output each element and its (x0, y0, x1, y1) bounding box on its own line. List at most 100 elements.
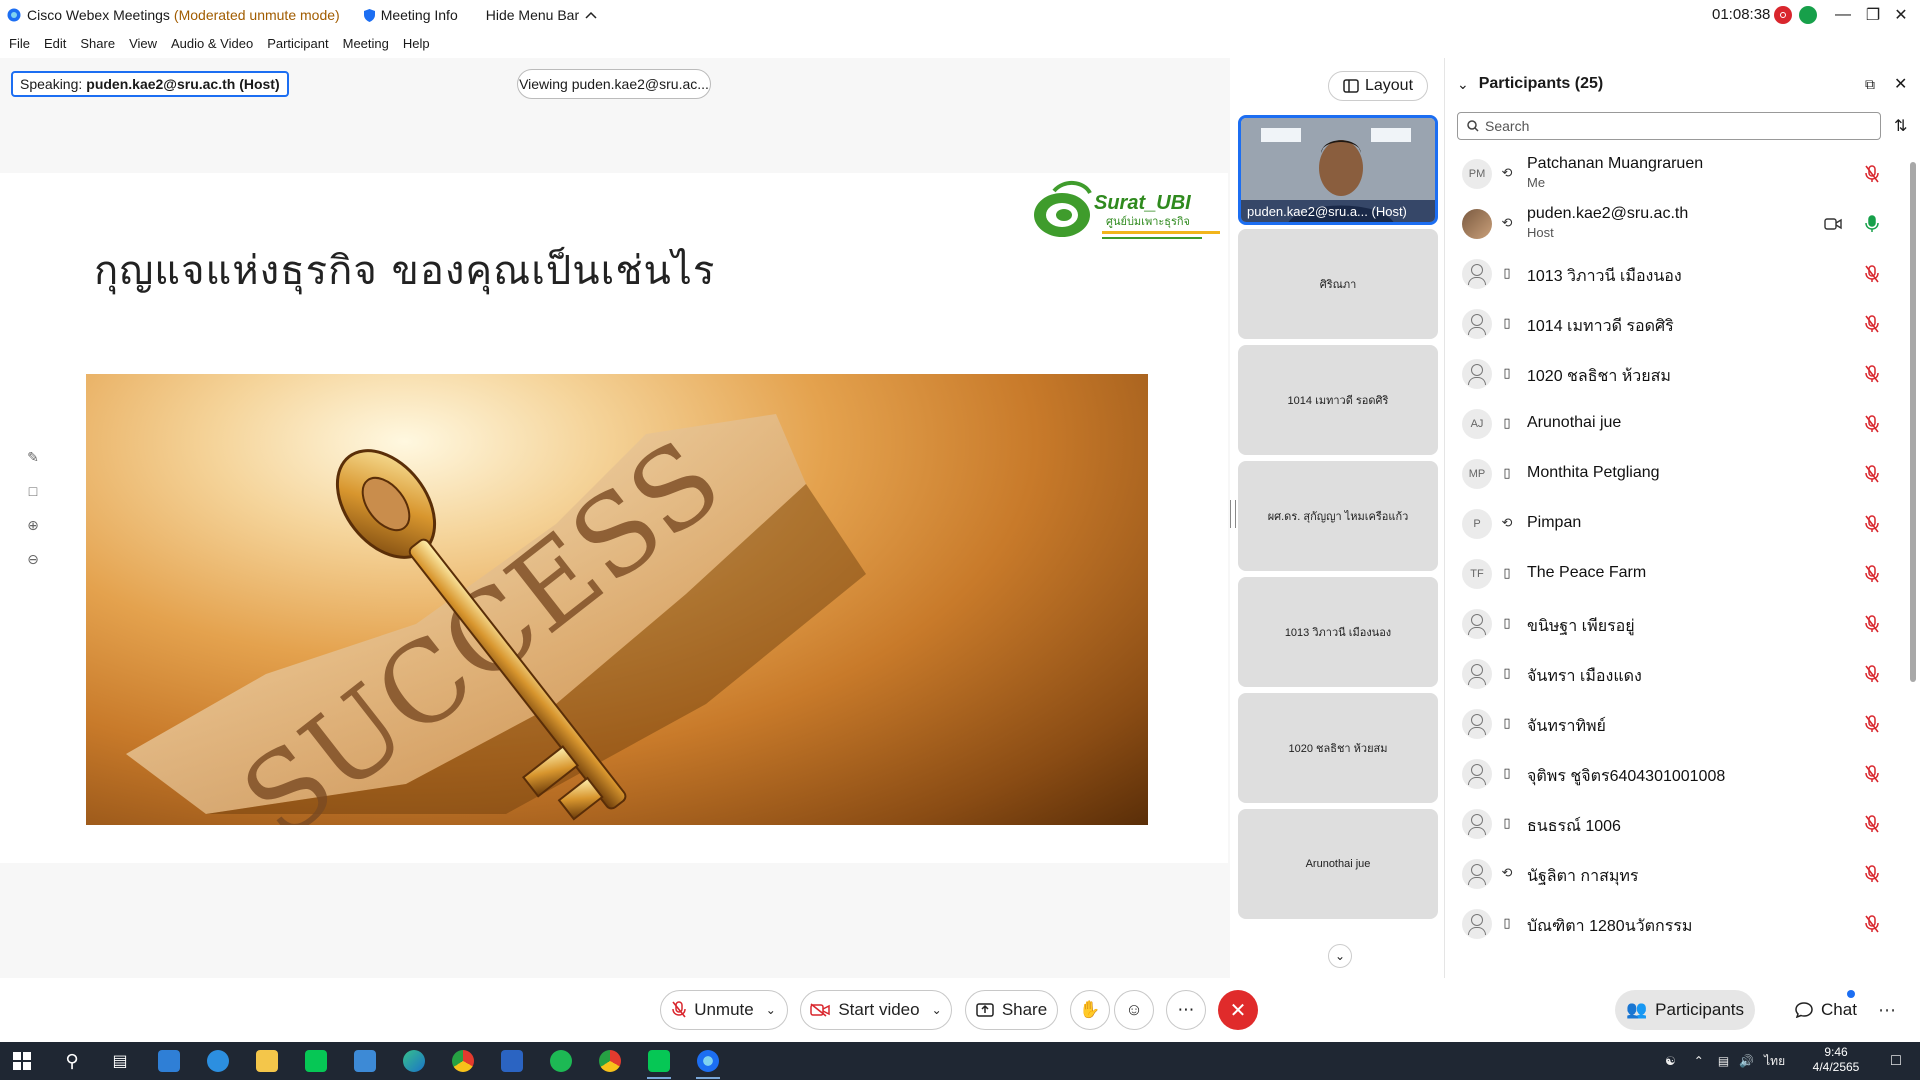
mic-muted-icon[interactable] (1864, 865, 1880, 883)
viewing-share-pill[interactable]: Viewing puden.kae2@sru.ac... (517, 69, 711, 99)
sort-icon[interactable]: ⇅ (1894, 116, 1907, 136)
menu-help[interactable]: Help (403, 36, 430, 51)
mic-muted-icon[interactable] (1864, 765, 1880, 783)
close-icon[interactable]: ✕ (1894, 74, 1907, 94)
start-button[interactable] (2, 1046, 42, 1076)
mic-on-icon[interactable] (1864, 215, 1880, 233)
meeting-info-button[interactable]: Meeting Info (363, 7, 458, 23)
more-options-button[interactable]: ⋯ (1166, 990, 1206, 1030)
edge-app-icon[interactable] (394, 1046, 434, 1076)
mic-muted-icon[interactable] (1864, 515, 1880, 533)
participant-row[interactable]: ▯ จันทรา เมืองแดง (1445, 649, 1905, 699)
participant-row[interactable]: ▯ 1013 วิภาวนี เมืองนอง (1445, 249, 1905, 299)
mic-muted-icon[interactable] (1864, 665, 1880, 683)
network-health-icon[interactable] (1799, 6, 1817, 24)
participant-row[interactable]: ⟲ puden.kae2@sru.ac.th Host (1445, 199, 1905, 249)
chevron-down-icon[interactable]: ⌄ (932, 1003, 942, 1017)
network-icon[interactable]: ▤ (1718, 1054, 1729, 1068)
participant-row[interactable]: ⟲ นัฐลิตา กาสมุทร (1445, 849, 1905, 899)
volume-icon[interactable]: 🔊 (1739, 1054, 1754, 1068)
video-tile[interactable]: 1014 เมทาวดี รอดศิริ (1238, 345, 1438, 455)
recording-icon[interactable] (1774, 6, 1792, 24)
start-video-button[interactable]: Start video ⌄ (800, 990, 952, 1030)
menu-view[interactable]: View (129, 36, 157, 51)
word-app-icon[interactable] (492, 1046, 532, 1076)
video-tile[interactable]: Arunothai jue (1238, 809, 1438, 919)
zoom-out-icon[interactable]: ⊖ (20, 550, 46, 568)
mail-app-icon[interactable] (149, 1046, 189, 1076)
store-app-icon[interactable] (345, 1046, 385, 1076)
layout-button[interactable]: Layout (1328, 71, 1428, 101)
menu-edit[interactable]: Edit (44, 36, 66, 51)
participant-row[interactable]: MP ▯ Monthita Petgliang (1445, 449, 1905, 499)
mic-muted-icon[interactable] (1864, 365, 1880, 383)
line-active-app-icon[interactable] (639, 1046, 679, 1079)
video-camera-icon[interactable] (1824, 217, 1842, 231)
video-tile[interactable]: ผศ.ดร. สุกัญญา ไหมเครือแก้ว (1238, 461, 1438, 571)
line-app-icon[interactable] (296, 1046, 336, 1076)
annotate-icon[interactable]: ✎ (20, 448, 46, 466)
mic-muted-icon[interactable] (1864, 915, 1880, 933)
menu-participant[interactable]: Participant (267, 36, 328, 51)
video-tile[interactable]: ศิริณภา (1238, 229, 1438, 339)
comment-icon[interactable]: □ (20, 482, 46, 500)
participant-row[interactable]: ▯ บัณฑิตา 1280นวัตกรรม (1445, 899, 1905, 949)
unmute-button[interactable]: Unmute ⌄ (660, 990, 788, 1030)
leave-meeting-button[interactable]: ✕ (1218, 990, 1258, 1030)
participant-row[interactable]: P ⟲ Pimpan (1445, 499, 1905, 549)
menu-audio-video[interactable]: Audio & Video (171, 36, 253, 51)
hide-menu-bar-button[interactable]: Hide Menu Bar (486, 7, 597, 23)
participant-row[interactable]: ▯ จุติพร ชูจิตร6404301001008 (1445, 749, 1905, 799)
file-explorer-app-icon[interactable] (247, 1046, 287, 1076)
taskbar-clock[interactable]: 9:46 4/4/2565 (1800, 1045, 1872, 1075)
close-window-button[interactable]: ✕ (1878, 0, 1920, 30)
reactions-button[interactable]: ☺ (1114, 990, 1154, 1030)
menu-share[interactable]: Share (80, 36, 115, 51)
chrome-profile-app-icon[interactable] (590, 1046, 630, 1076)
webex-app-icon[interactable] (688, 1046, 728, 1079)
participant-row[interactable]: ▯ จันทราทิพย์ (1445, 699, 1905, 749)
input-language[interactable]: ไทย (1764, 1052, 1785, 1071)
chevron-down-icon[interactable]: ⌄ (1328, 944, 1352, 968)
participant-row[interactable]: ▯ 1020 ชลธิชา ห้วยสม (1445, 349, 1905, 399)
mic-muted-icon[interactable] (1864, 415, 1880, 433)
menu-file[interactable]: File (9, 36, 30, 51)
spotify-app-icon[interactable] (541, 1046, 581, 1076)
chevron-down-icon[interactable]: ⌄ (766, 1003, 776, 1017)
participant-row[interactable]: AJ ▯ Arunothai jue (1445, 399, 1905, 449)
mic-muted-icon[interactable] (1864, 615, 1880, 633)
chrome-app-icon[interactable] (443, 1046, 483, 1076)
mic-muted-icon[interactable] (1864, 715, 1880, 733)
participant-row[interactable]: ▯ ขนิษฐา เพียรอยู่ (1445, 599, 1905, 649)
task-view-icon[interactable]: ▤ (100, 1046, 140, 1076)
zoom-in-icon[interactable]: ⊕ (20, 516, 46, 534)
share-button[interactable]: Share (965, 990, 1058, 1030)
edge-legacy-app-icon[interactable] (198, 1046, 238, 1076)
tray-chevron-up-icon[interactable]: ⌃ (1694, 1054, 1704, 1068)
participant-row[interactable]: TF ▯ The Peace Farm (1445, 549, 1905, 599)
mic-muted-icon[interactable] (1864, 465, 1880, 483)
host-video-tile[interactable]: puden.kae2@sru.a... (Host) (1238, 115, 1438, 225)
taskbar-search-icon[interactable]: ⚲ (52, 1046, 92, 1076)
more-panels-icon[interactable]: ⋯ (1878, 1000, 1896, 1021)
video-tile[interactable]: 1020 ชลธิชา ห้วยสม (1238, 693, 1438, 803)
people-tray-icon[interactable]: ☯ (1665, 1054, 1676, 1068)
collapse-chevron-icon[interactable]: ⌄ (1457, 76, 1469, 93)
mic-muted-icon[interactable] (1864, 565, 1880, 583)
mic-muted-icon[interactable] (1864, 265, 1880, 283)
video-tile[interactable]: 1013 วิภาวนี เมืองนอง (1238, 577, 1438, 687)
notifications-icon[interactable]: □ (1876, 1046, 1916, 1076)
search-input[interactable]: Search (1457, 112, 1881, 140)
mic-muted-icon[interactable] (1864, 815, 1880, 833)
menu-meeting[interactable]: Meeting (343, 36, 389, 51)
raise-hand-button[interactable]: ✋ (1070, 990, 1110, 1030)
mic-muted-icon[interactable] (1864, 165, 1880, 183)
participants-tab-button[interactable]: 👥 Participants (1615, 990, 1755, 1030)
participant-row[interactable]: ▯ ธนธรณ์ 1006 (1445, 799, 1905, 849)
participant-row[interactable]: PM ⟲ Patchanan Muangraruen Me (1445, 149, 1905, 199)
pop-out-icon[interactable]: ⧉ (1865, 76, 1875, 93)
mic-muted-icon[interactable] (1864, 315, 1880, 333)
participant-row[interactable]: ▯ 1014 เมทาวดี รอดศิริ (1445, 299, 1905, 349)
chat-tab-button[interactable]: Chat (1776, 990, 1876, 1030)
scrollbar-thumb[interactable] (1910, 162, 1916, 682)
